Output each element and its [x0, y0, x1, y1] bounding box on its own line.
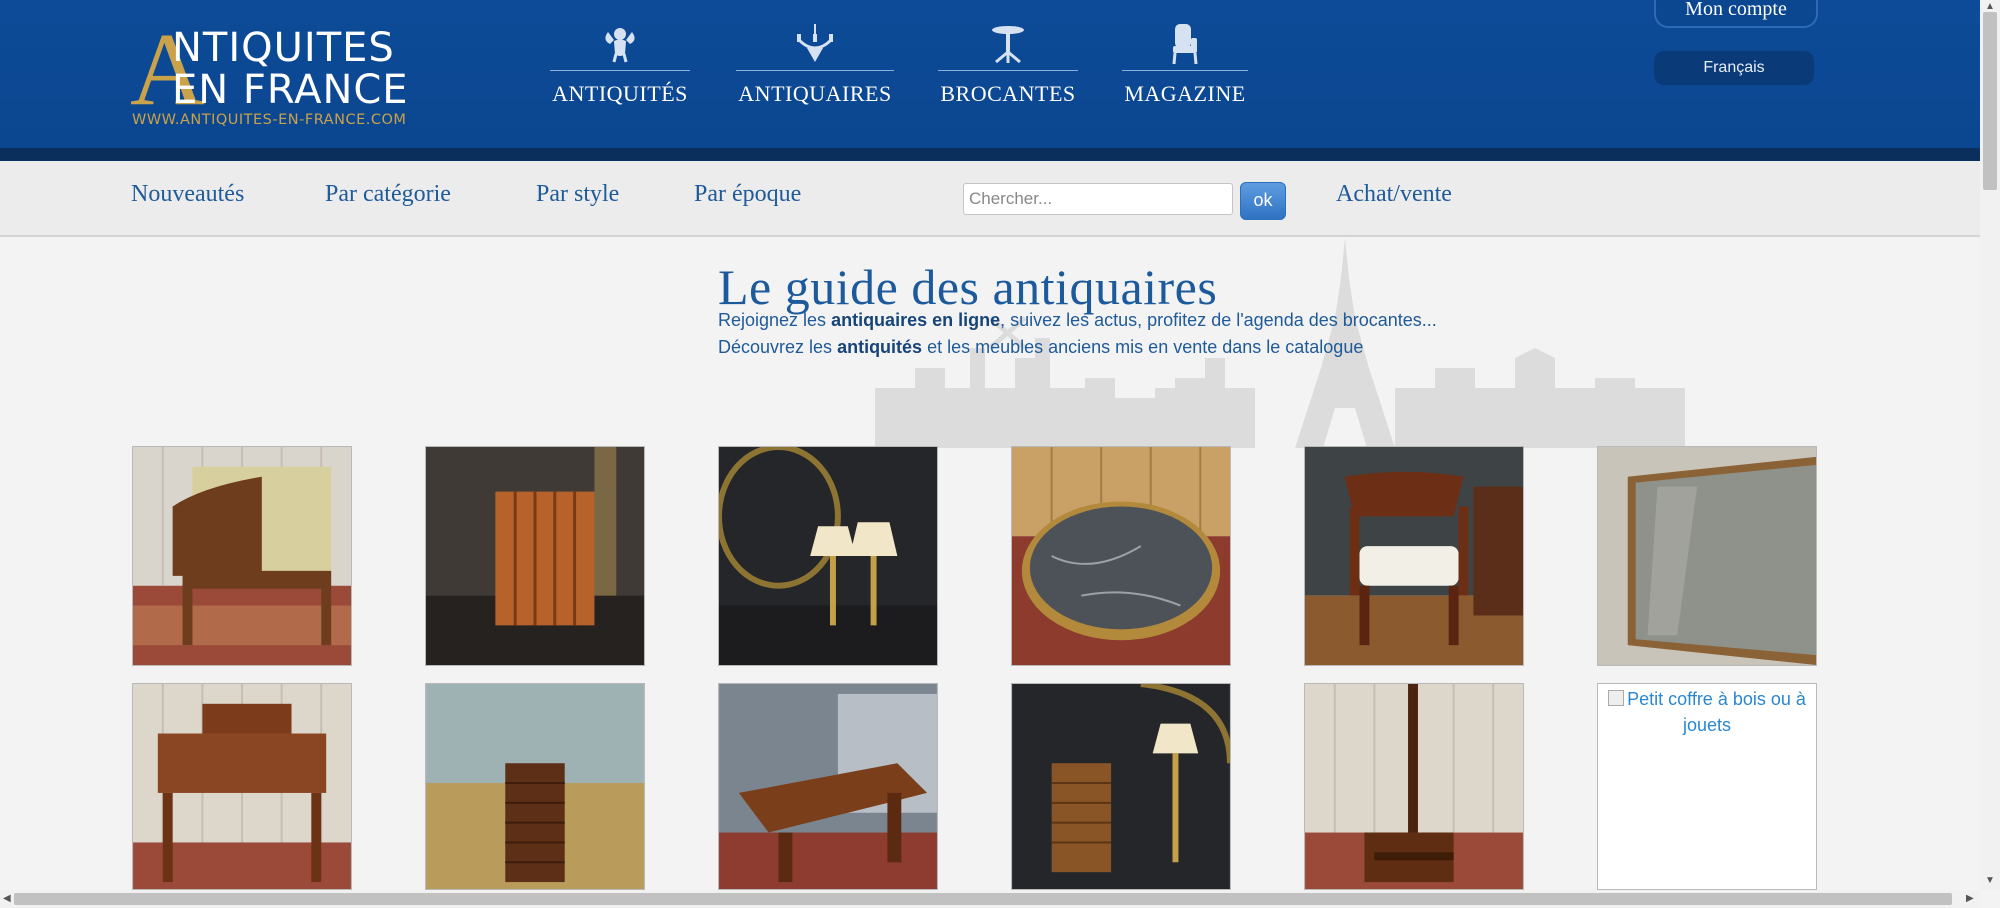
search-input[interactable]	[963, 183, 1233, 215]
product-thumbnail-chest-of-drawers[interactable]	[425, 683, 645, 890]
language-select[interactable]: Français	[1654, 51, 1814, 85]
pedestal-table-icon	[992, 26, 1024, 64]
link-nouveautes[interactable]: Nouveautés	[131, 181, 244, 208]
product-thumbnail-chair[interactable]	[1304, 446, 1524, 666]
cherub-icon	[605, 28, 635, 63]
product-thumbnail-armchair[interactable]	[132, 446, 352, 666]
secondary-nav: Nouveautés Par catégorie Par style Par é…	[0, 161, 1980, 237]
link-antiquaires-en-ligne[interactable]: antiquaires en ligne	[831, 310, 1000, 330]
product-image	[1598, 447, 1816, 665]
product-thumbnail-writing-desk[interactable]	[132, 683, 352, 890]
horizontal-scrollbar-thumb[interactable]	[14, 893, 1952, 905]
logo-text-line2: EN FRANCE	[172, 67, 409, 113]
nav-antiquaires[interactable]: ANTIQUAIRES	[736, 22, 894, 112]
nav-divider	[736, 70, 894, 71]
armchair-icon	[1172, 24, 1198, 65]
site-logo[interactable]: A NTIQUITES EN FRANCE WWW.ANTIQUITES-EN-…	[130, 18, 450, 130]
intro-text: Découvrez les	[718, 337, 838, 357]
product-thumbnail-library-steps[interactable]	[1304, 683, 1524, 890]
nav-divider	[938, 70, 1078, 71]
product-thumbnail-book-box[interactable]	[425, 446, 645, 666]
image-alt-text: Petit coffre à bois ou à jouets	[1627, 689, 1806, 735]
header-bottom-strip	[0, 148, 1980, 161]
scroll-right-arrow-icon[interactable]: ▶	[1966, 894, 1974, 904]
nav-label: ANTIQUITÉS	[552, 81, 688, 106]
horizontal-scrollbar[interactable]: ◀ ▶	[0, 890, 1980, 908]
intro-text: Rejoignez les	[718, 310, 832, 330]
product-image	[1012, 447, 1230, 665]
vertical-scrollbar-thumb[interactable]	[1983, 12, 1997, 190]
nav-brocantes[interactable]: BROCANTES	[938, 22, 1078, 112]
page-title: Le guide des antiquaires	[718, 259, 1218, 315]
product-image	[1012, 684, 1230, 889]
product-thumbnail-wood-chest[interactable]: Petit coffre à bois ou à jouets	[1597, 683, 1817, 890]
vertical-scrollbar[interactable]: ▲ ▼	[1980, 0, 2000, 890]
product-image	[719, 447, 937, 665]
nav-magazine[interactable]: MAGAZINE	[1122, 22, 1248, 112]
product-image	[426, 684, 644, 889]
product-thumbnail-lamps[interactable]	[718, 446, 938, 666]
link-achat-vente[interactable]: Achat/vente	[1336, 181, 1452, 208]
search-submit-button[interactable]: ok	[1240, 182, 1286, 220]
product-thumbnail-marble-top[interactable]	[1011, 446, 1231, 666]
nav-divider	[550, 70, 690, 71]
product-image	[133, 684, 351, 889]
nav-label: BROCANTES	[940, 81, 1076, 106]
intro-text: et les meubles anciens mis en vente dans…	[922, 337, 1364, 357]
scroll-up-arrow-icon[interactable]: ▲	[1985, 2, 1995, 12]
product-image	[426, 447, 644, 665]
nav-label: ANTIQUAIRES	[738, 81, 892, 106]
intro-line-1: Rejoignez les antiquaires en ligne, suiv…	[718, 310, 1437, 331]
account-button[interactable]: Mon compte	[1654, 0, 1818, 28]
site-header: A NTIQUITES EN FRANCE WWW.ANTIQUITES-EN-…	[0, 0, 1980, 148]
product-image	[1305, 447, 1523, 665]
product-thumbnail-farm-table[interactable]	[718, 683, 938, 890]
intro-line-2: Découvrez les antiquités et les meubles …	[718, 337, 1363, 358]
nav-antiquites[interactable]: ANTIQUITÉS	[550, 22, 690, 112]
link-par-epoque[interactable]: Par époque	[694, 181, 801, 208]
link-par-style[interactable]: Par style	[536, 181, 619, 208]
chandelier-icon	[797, 24, 833, 62]
broken-image-alt: Petit coffre à bois ou à jouets	[1598, 684, 1816, 740]
nav-divider	[1122, 70, 1248, 71]
link-par-categorie[interactable]: Par catégorie	[325, 181, 451, 208]
link-antiquites[interactable]: antiquités	[837, 337, 922, 357]
broken-image-icon	[1608, 690, 1625, 706]
product-thumbnail-mirror[interactable]	[1597, 446, 1817, 666]
scroll-left-arrow-icon[interactable]: ◀	[3, 894, 11, 904]
logo-text-line1: NTIQUITES	[172, 25, 395, 71]
scroll-down-arrow-icon[interactable]: ▼	[1985, 876, 1995, 886]
product-image	[719, 684, 937, 889]
logo-url: WWW.ANTIQUITES-EN-FRANCE.COM	[132, 112, 407, 128]
product-thumbnail-wastebasket[interactable]	[1011, 683, 1231, 890]
intro-text: , suivez les actus, profitez de l'agenda…	[1000, 310, 1437, 330]
product-image	[1305, 684, 1523, 889]
nav-label: MAGAZINE	[1124, 81, 1246, 106]
product-image	[133, 447, 351, 665]
